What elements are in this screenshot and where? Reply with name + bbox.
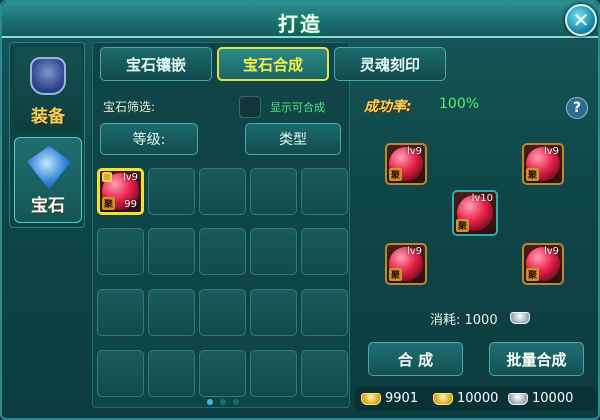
show-synthesizable-label: 显示可合成 [270,101,325,114]
close-icon: ✕ [572,8,590,32]
silver-ingot-icon [510,312,530,324]
currency-value: 9901 [385,391,419,406]
batch-synthesize-button[interactable]: 批量合成 [489,342,584,376]
inventory-slot[interactable] [97,350,144,397]
silver-ingot-icon [508,393,528,405]
armor-icon [30,57,66,95]
close-button[interactable]: ✕ [565,4,597,36]
page-dot[interactable] [207,399,213,405]
inventory-slot[interactable] [250,350,297,397]
synthesize-button[interactable]: 合 成 [368,342,463,376]
help-button[interactable]: ? [566,97,588,119]
inventory-slot[interactable] [301,289,348,336]
inventory-slot[interactable] [148,228,195,275]
inventory-slot[interactable] [148,168,195,215]
sidebar-item-label: 装备 [31,107,65,127]
page-dot[interactable] [220,399,226,405]
sidebar: 装备 宝石 [9,42,85,228]
gem-level: lv10 [471,193,493,204]
success-rate-value: 100% [439,96,480,112]
type-filter-button[interactable]: 类型 [245,123,341,155]
synthesis-input-slot[interactable]: lv9 聚 [385,143,427,185]
gem-level: lv9 [406,246,422,257]
gold-ingot-icon [433,393,453,405]
tab-gem-inlay[interactable]: 宝石镶嵌 [100,47,212,81]
inventory-slot[interactable] [148,289,195,336]
sidebar-item-label: 宝石 [31,196,65,216]
currency-value: 10000 [532,391,574,406]
gold-ingot-icon [361,393,381,405]
inventory-slot[interactable] [199,228,246,275]
inventory-slot[interactable] [199,289,246,336]
inventory-gem-slot[interactable]: lv9 聚 99 [97,168,144,215]
gem-filter-label: 宝石筛选: [103,100,156,114]
synthesis-input-slot[interactable]: lv9 聚 [385,243,427,285]
gem-tag: 聚 [389,168,403,181]
inventory-slot[interactable] [301,228,348,275]
sidebar-item-gem[interactable]: 宝石 [14,137,82,223]
window-title: 打造 [278,12,322,36]
inventory-slot[interactable] [199,168,246,215]
success-rate-label: 成功率: [364,99,412,115]
cost-label: 消耗: 1000 [430,313,498,328]
inventory-slot[interactable] [301,168,348,215]
inventory-slot[interactable] [250,168,297,215]
synthesis-input-slot[interactable]: lv9 聚 [522,243,564,285]
level-filter-button[interactable]: 等级: [100,123,198,155]
gem-level: lv9 [122,172,138,183]
forge-window: 打造 ✕ 装备 宝石 宝石镶嵌 宝石合成 灵魂刻印 宝石筛选: 显示可合成 等级… [0,0,600,420]
gem-tag: 聚 [526,268,540,281]
gem-tag: 聚 [389,268,403,281]
synthesis-result-slot: lv10 聚 [452,190,498,236]
gem-level: lv9 [543,146,559,157]
inventory-slot[interactable] [148,350,195,397]
page-dot[interactable] [233,399,239,405]
synthesis-input-slot[interactable]: lv9 聚 [522,143,564,185]
gem-level: lv9 [543,246,559,257]
inventory-slot[interactable] [250,228,297,275]
sidebar-item-equipment[interactable]: 装备 [14,47,82,133]
gem-tag: 聚 [526,168,540,181]
gem-level: lv9 [406,146,422,157]
inventory-slot[interactable] [250,289,297,336]
tab-gem-synthesis[interactable]: 宝石合成 [217,47,329,81]
title-bar: 打造 [2,2,598,38]
gem-tag: 聚 [456,219,470,232]
gem-icon [27,146,71,190]
gem-count: 99 [124,199,137,210]
currency-value: 10000 [457,391,499,406]
inventory-slot[interactable] [301,350,348,397]
show-synthesizable-checkbox[interactable] [239,96,261,118]
question-icon: ? [572,100,582,116]
tab-soul-engrave[interactable]: 灵魂刻印 [334,47,446,81]
lock-icon [102,172,112,182]
inventory-slot[interactable] [97,228,144,275]
inventory-slot[interactable] [97,289,144,336]
inventory-slot[interactable] [199,350,246,397]
gem-tag: 聚 [102,197,116,210]
